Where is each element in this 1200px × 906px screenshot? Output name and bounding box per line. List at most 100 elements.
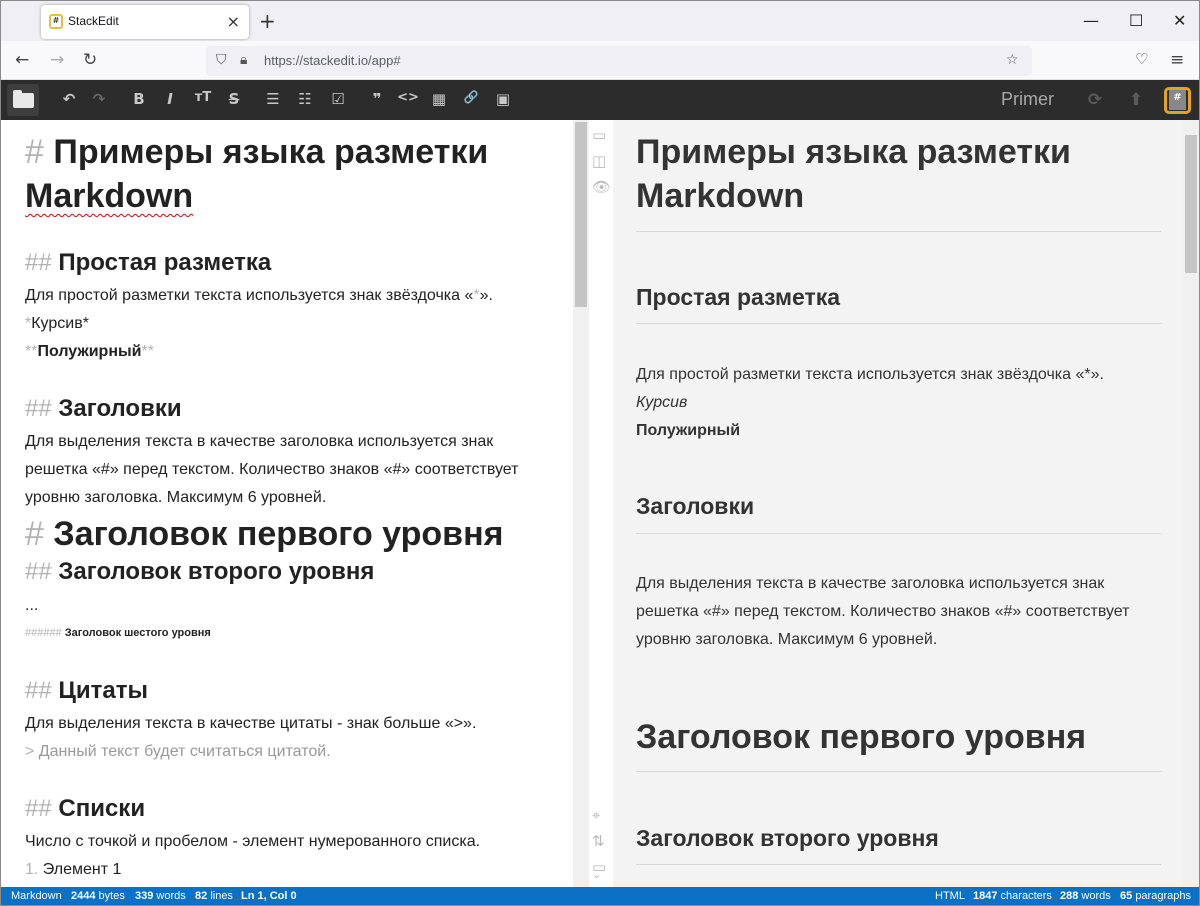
stackedit-favicon-icon: # — [49, 14, 63, 29]
status-editor-mode: Markdown — [11, 890, 62, 902]
lines-label: lines — [210, 890, 233, 902]
explorer-button[interactable] — [7, 84, 39, 116]
scroll-sync-icon[interactable]: ⇅ — [592, 832, 605, 850]
editor-s1-text[interactable]: Для простой разметки текста используется… — [25, 282, 493, 310]
image-icon[interactable]: ▣ — [491, 90, 515, 108]
editor-h2-lists[interactable]: ## Списки — [25, 795, 145, 823]
back-icon[interactable]: ← — [15, 50, 29, 70]
preview-h2-example: Заголовок второго уровня — [636, 825, 939, 851]
stackedit-menu-button[interactable]: # — [1164, 87, 1191, 114]
editor-h2-headings[interactable]: ## Заголовки — [25, 395, 182, 423]
tab-bar: # StackEdit × + — ☐ ✕ — [1, 1, 1199, 41]
divider — [636, 231, 1161, 232]
strikethrough-icon[interactable]: S — [222, 90, 246, 108]
reload-icon[interactable]: ↻ — [83, 50, 97, 70]
editor-s4-text[interactable]: Число с точкой и пробелом - элемент нуме… — [25, 828, 480, 856]
undo-icon[interactable]: ↶ — [57, 90, 81, 108]
tab-stackedit[interactable]: # StackEdit × — [41, 5, 249, 39]
editor-s2-line1[interactable]: Для выделения текста в качестве заголовк… — [25, 428, 493, 456]
italic-icon[interactable]: I — [158, 90, 182, 108]
table-icon[interactable]: ▦ — [427, 90, 451, 108]
markdown-editor[interactable]: # Примеры языка разметки Markdown ## Про… — [1, 120, 573, 887]
editor-h2-quotes[interactable]: ## Цитаты — [25, 677, 148, 705]
new-tab-button[interactable]: + — [259, 9, 276, 33]
editor-h1-example-text: Заголовок первого уровня — [53, 515, 504, 553]
crosshair-icon[interactable]: ⌖ — [592, 806, 600, 824]
preview-scrollbar-thumb[interactable] — [1185, 135, 1197, 273]
preview-bold: Полужирный — [636, 422, 741, 439]
chevron-down-icon[interactable]: ⌄ — [592, 868, 601, 881]
editor-title-line2[interactable]: Markdown — [25, 174, 193, 218]
editor-h2-simple[interactable]: ## Простая разметка — [25, 249, 271, 277]
status-bar: Markdown 2444 bytes 339 words 82 lines L… — [1, 887, 1199, 905]
check-list-icon[interactable]: ☑ — [326, 90, 350, 108]
editor-h2-example-text: Заголовок второго уровня — [58, 558, 375, 585]
preview-s1-title: Простая разметка — [636, 284, 841, 310]
maximize-icon[interactable]: ☐ — [1129, 11, 1143, 30]
editor-scrollbar[interactable] — [573, 120, 589, 887]
bullet-list-icon[interactable]: ☰ — [261, 90, 285, 108]
toggle-navbar-icon[interactable]: ▭ — [592, 126, 606, 144]
preview-s2-line3: уровню заголовка. Максимум 6 уровней. — [636, 631, 938, 648]
bookmark-star-icon[interactable]: ☆ — [1006, 52, 1019, 68]
status-lines: 82 lines — [195, 887, 233, 905]
characters-value: 1847 — [973, 890, 998, 902]
bold-text: Полужирный — [37, 343, 142, 360]
heading-icon[interactable]: тT — [191, 90, 215, 105]
preview-s2-title: Заголовки — [636, 493, 755, 519]
redo-icon[interactable]: ↷ — [87, 90, 111, 108]
close-window-icon[interactable]: ✕ — [1173, 11, 1186, 30]
preview-scrollbar[interactable] — [1183, 120, 1199, 887]
document-title[interactable]: Primer — [1001, 89, 1054, 110]
md-mark: ###### — [25, 627, 62, 639]
preview-words-label: words — [1081, 890, 1111, 902]
shield-icon[interactable]: ⛉ — [216, 52, 227, 68]
side-controls: ▭ ◫ 👁︎ ⌖ ⇅ ▭ ⌄ — [589, 120, 613, 887]
editor-h6-example-text: Заголовок шестого уровня — [64, 627, 211, 639]
words-label: words — [156, 890, 186, 902]
editor-s3-title: Цитаты — [58, 677, 149, 704]
bold-icon[interactable]: B — [127, 90, 151, 108]
editor-bold-line[interactable]: **Полужирный** — [25, 338, 154, 366]
url-text[interactable]: https://stackedit.io/app# — [264, 53, 401, 68]
editor-s3-text[interactable]: Для выделения текста в качестве цитаты -… — [25, 710, 476, 738]
divider — [636, 533, 1161, 534]
forward-icon[interactable]: → — [50, 50, 64, 70]
tab-title: StackEdit — [68, 14, 119, 28]
close-tab-icon[interactable]: × — [227, 12, 240, 31]
characters-label: characters — [1000, 890, 1052, 902]
editor-list-item[interactable]: 1. Элемент 1 — [25, 856, 121, 884]
menu-icon[interactable]: ≡ — [1170, 50, 1184, 70]
editor-s2-line2[interactable]: решетка «#» перед текстом. Количество зн… — [25, 456, 519, 484]
editor-s2-line3[interactable]: уровню заголовка. Максимум 6 уровней. — [25, 484, 326, 512]
editor-h1-example[interactable]: # Заголовок первого уровня — [25, 512, 503, 556]
toggle-side-preview-icon[interactable]: ◫ — [592, 152, 606, 170]
link-icon[interactable]: 🔗 — [459, 90, 483, 104]
code-icon[interactable]: <> — [396, 90, 420, 105]
lock-icon[interactable]: 🔒︎ — [240, 52, 247, 68]
editor-s1-title: Простая разметка — [58, 249, 272, 276]
publish-icon[interactable]: ⬆ — [1124, 90, 1148, 110]
md-mark: ## — [25, 795, 52, 822]
pocket-icon[interactable]: ♡ — [1135, 50, 1148, 68]
text-part: Для простой разметки текста используется… — [25, 287, 474, 304]
editor-ellipsis[interactable]: ... — [25, 592, 38, 620]
editor-h2-example[interactable]: ## Заголовок второго уровня — [25, 558, 374, 586]
status-cursor: Ln 1, Col 0 — [241, 890, 297, 902]
editor-h6-example[interactable]: ###### Заголовок шестого уровня — [25, 627, 211, 639]
editor-h1-line[interactable]: # Примеры языка разметки — [25, 130, 488, 174]
editor-quote-line[interactable]: > Данный текст будет считаться цитатой. — [25, 738, 331, 766]
numbered-list-icon[interactable]: ☷ — [293, 90, 317, 108]
editor-italic-line[interactable]: *Курсив* — [25, 310, 89, 338]
md-mark: ## — [25, 558, 52, 585]
eye-icon[interactable]: 👁︎ — [592, 178, 611, 196]
address-bar[interactable]: ⛉ 🔒︎ https://stackedit.io/app# ☆ — [206, 46, 1032, 76]
italic-text: Курсив* — [31, 315, 89, 332]
sync-icon[interactable]: ⟳ — [1083, 90, 1107, 110]
quote-icon[interactable]: ❞ — [365, 90, 389, 108]
minimize-icon[interactable]: — — [1083, 11, 1099, 30]
md-mark: ** — [141, 343, 154, 360]
lines-value: 82 — [195, 890, 208, 902]
editor-scrollbar-thumb[interactable] — [575, 122, 587, 307]
text-part: ». — [479, 287, 493, 304]
